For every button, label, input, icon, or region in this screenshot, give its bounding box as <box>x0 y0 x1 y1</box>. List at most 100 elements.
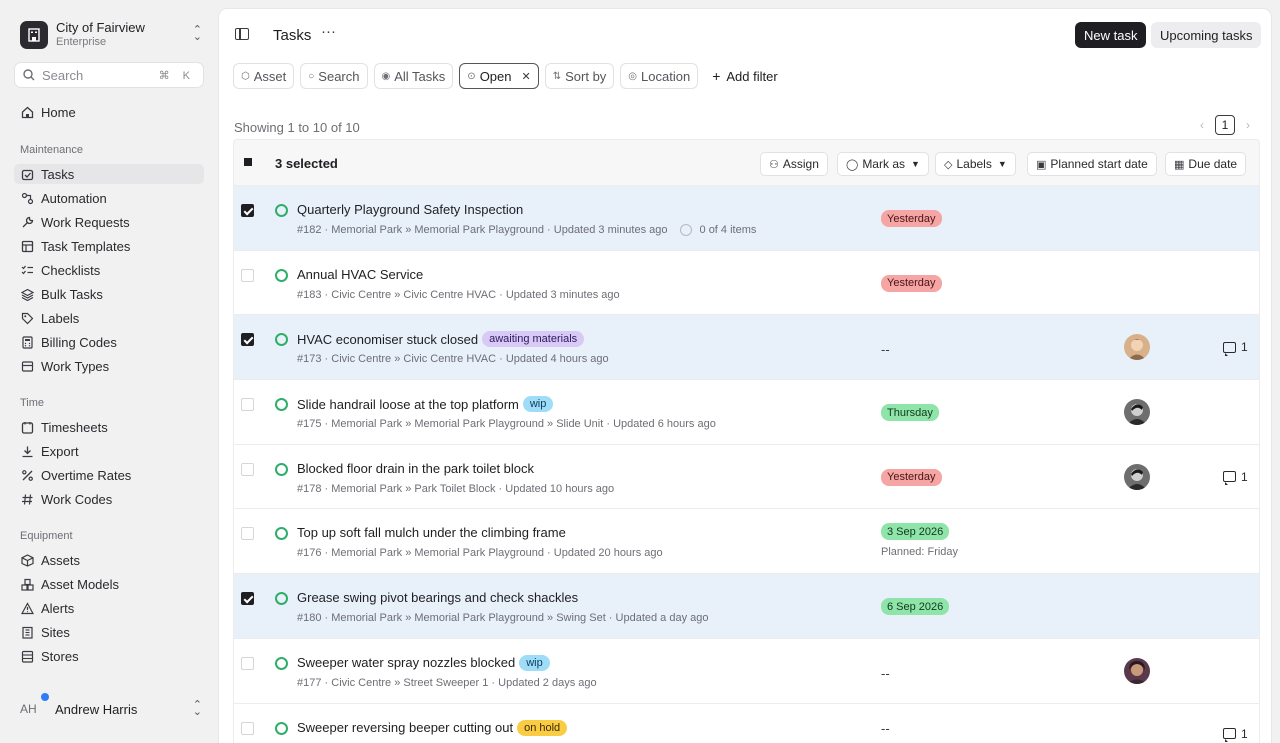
mark-as-button[interactable]: ◯ Mark as ▼ <box>837 152 929 176</box>
row-checkbox[interactable] <box>241 462 254 476</box>
comment-count[interactable]: 1 <box>1223 469 1248 486</box>
sidebar-item-checklists[interactable]: Checklists <box>14 260 204 280</box>
new-task-button[interactable]: New task <box>1075 22 1147 48</box>
comment-count[interactable]: 1 <box>1223 727 1248 742</box>
sidebar-item-asset-models[interactable]: Asset Models <box>14 574 204 594</box>
chevron-updown-icon: ⌃ ⌄ <box>192 699 202 718</box>
eye-icon: ◉ <box>381 70 391 82</box>
comment-count[interactable]: 1 <box>1223 340 1248 356</box>
labels-button[interactable]: ◇ Labels ▼ <box>935 152 1016 176</box>
avatar[interactable] <box>1124 334 1150 361</box>
sidebar-item-task-templates[interactable]: Task Templates <box>14 236 204 256</box>
due-date-badge: Yesterday <box>881 210 942 227</box>
task-title[interactable]: Annual HVAC Service <box>297 267 423 282</box>
status-open-icon[interactable] <box>275 204 288 217</box>
sidebar-item-labels[interactable]: Labels <box>14 308 204 328</box>
wrench-icon <box>20 215 34 229</box>
task-meta: #173 · Civic Centre » Civic Centre HVAC … <box>297 353 609 365</box>
assign-button[interactable]: ⚇ Assign <box>760 152 828 176</box>
row-checkbox[interactable] <box>241 592 254 606</box>
status-open-icon[interactable] <box>275 268 288 282</box>
sidebar-item-timesheets[interactable]: Timesheets <box>14 417 204 437</box>
task-title[interactable]: Slide handrail loose at the top platform… <box>297 396 554 413</box>
select-all-checkbox[interactable] <box>244 158 252 166</box>
add-filter-button[interactable]: + Add filter <box>712 68 778 84</box>
org-switcher[interactable]: City of Fairview Enterprise ⌃ ⌄ <box>20 18 210 52</box>
status-open-icon[interactable] <box>275 527 288 541</box>
row-checkbox[interactable] <box>241 268 254 282</box>
row-checkbox[interactable] <box>241 398 254 412</box>
status-open-icon[interactable] <box>275 462 288 476</box>
chevron-left-icon[interactable]: ‹ <box>1195 118 1209 132</box>
planned-start-date-button[interactable]: ▣ Planned start date <box>1027 152 1157 176</box>
status-open-icon[interactable] <box>275 592 288 606</box>
table-row[interactable]: Annual HVAC Service #183 · Civic Centre … <box>233 250 1260 316</box>
task-title[interactable]: HVAC economiser stuck closed awaiting mat… <box>297 331 585 348</box>
sidebar-toggle-icon[interactable] <box>235 28 249 40</box>
more-icon[interactable]: ··· <box>321 23 336 40</box>
warehouse-icon <box>20 649 34 663</box>
filter-sort-by[interactable]: ⇅ Sort by <box>544 63 615 89</box>
user-menu[interactable]: AH Andrew Harris ⌃ ⌄ <box>20 693 210 720</box>
sidebar-item-export[interactable]: Export <box>14 441 204 461</box>
due-date-empty: -- <box>881 342 890 358</box>
sidebar-item-sites[interactable]: Sites <box>14 622 204 642</box>
table-row[interactable]: Quarterly Playground Safety Inspection #… <box>233 186 1260 251</box>
comment-count-text: 1 <box>1241 469 1248 484</box>
avatar[interactable] <box>1124 657 1150 684</box>
sidebar-item-stores[interactable]: Stores <box>14 646 204 666</box>
task-title[interactable]: Quarterly Playground Safety Inspection <box>297 202 523 217</box>
task-title[interactable]: Top up soft fall mulch under the climbin… <box>297 525 566 540</box>
hash-icon <box>20 492 34 506</box>
sidebar-item-overtime-rates[interactable]: Overtime Rates <box>14 465 204 485</box>
chevron-updown-icon: ⌃ ⌄ <box>192 24 202 43</box>
table-row[interactable]: Sweeper water spray nozzles blocked wip #… <box>233 638 1260 704</box>
row-checkbox[interactable] <box>241 204 254 217</box>
table-row[interactable]: Sweeper reversing beeper cutting out on h… <box>233 703 1260 743</box>
task-title[interactable]: Grease swing pivot bearings and check sh… <box>297 590 578 605</box>
table-row[interactable]: Slide handrail loose at the top platform… <box>233 380 1260 445</box>
sidebar-item-assets[interactable]: Assets <box>14 550 204 570</box>
sidebar-item-work-types[interactable]: Work Types <box>14 356 204 376</box>
table-row[interactable]: HVAC economiser stuck closed awaiting mat… <box>233 315 1260 381</box>
status-open-icon[interactable] <box>275 721 288 735</box>
search-input[interactable]: Search ⌘ K <box>14 62 204 88</box>
page-number[interactable]: 1 <box>1215 115 1235 135</box>
sidebar-item-work-requests[interactable]: Work Requests <box>14 212 204 232</box>
task-title[interactable]: Blocked floor drain in the park toilet b… <box>297 461 534 476</box>
table-row[interactable]: Grease swing pivot bearings and check sh… <box>233 574 1260 639</box>
sidebar-item-alerts[interactable]: Alerts <box>14 598 204 618</box>
sidebar-item-label: Export <box>41 443 79 459</box>
filter-location[interactable]: ◎ Location <box>620 63 699 89</box>
task-title[interactable]: Sweeper water spray nozzles blocked wip <box>297 654 550 671</box>
filter-open[interactable]: ⊙ Open ✕ <box>459 63 539 89</box>
row-checkbox[interactable] <box>241 656 254 670</box>
task-title[interactable]: Sweeper reversing beeper cutting out on h… <box>297 719 568 736</box>
close-icon[interactable]: ✕ <box>522 70 531 83</box>
label-tag: awaiting materials <box>482 331 585 348</box>
row-checkbox[interactable] <box>241 527 254 541</box>
status-open-icon[interactable] <box>275 656 288 670</box>
upcoming-tasks-button[interactable]: Upcoming tasks <box>1151 22 1262 48</box>
chevron-right-icon[interactable]: › <box>1241 118 1255 132</box>
sidebar-item-automation[interactable]: Automation <box>14 188 204 208</box>
sidebar-item-work-codes[interactable]: Work Codes <box>14 489 204 509</box>
table-row[interactable]: Top up soft fall mulch under the climbin… <box>233 509 1260 575</box>
avatar[interactable] <box>1124 399 1150 426</box>
filter-asset[interactable]: ⬡ Asset <box>233 63 295 89</box>
due-date-button[interactable]: ▦ Due date <box>1165 152 1247 176</box>
status-open-icon[interactable] <box>275 398 288 412</box>
table-row[interactable]: Blocked floor drain in the park toilet b… <box>233 444 1260 510</box>
row-checkbox[interactable] <box>241 333 254 347</box>
sidebar-item-label: Billing Codes <box>41 334 117 350</box>
sidebar-item-label: Asset Models <box>41 576 120 592</box>
sidebar-item-home[interactable]: Home <box>14 102 204 122</box>
avatar[interactable] <box>1124 463 1150 490</box>
sidebar-item-bulk-tasks[interactable]: Bulk Tasks <box>14 284 204 304</box>
filter-search[interactable]: ○ Search <box>300 63 368 89</box>
row-checkbox[interactable] <box>241 721 254 735</box>
status-open-icon[interactable] <box>275 333 288 347</box>
filter-all-tasks[interactable]: ◉ All Tasks <box>373 63 454 89</box>
sidebar-item-tasks[interactable]: Tasks <box>14 164 204 184</box>
sidebar-item-billing-codes[interactable]: Billing Codes <box>14 332 204 352</box>
